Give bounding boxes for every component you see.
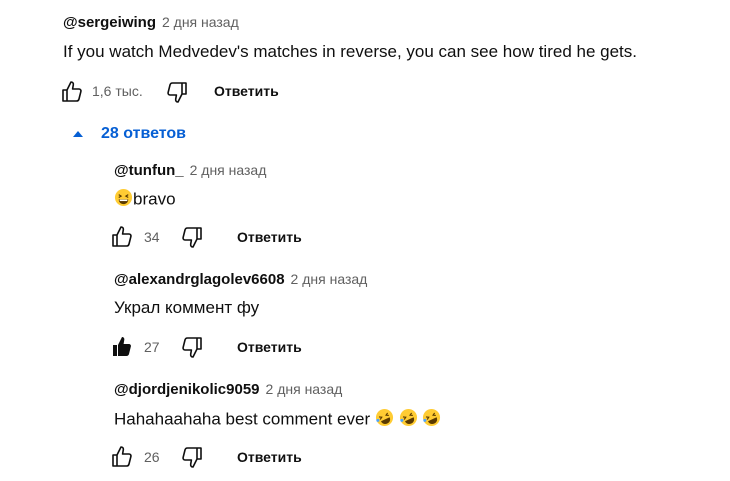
rolling-laughing-icon bbox=[399, 408, 418, 432]
replies-toggle-button[interactable]: 28 ответов bbox=[73, 125, 186, 143]
reply-time[interactable]: 2 дня назад bbox=[291, 271, 368, 287]
reply-author[interactable]: @djordjenikolic9059 bbox=[114, 381, 260, 398]
like-count: 34 bbox=[144, 229, 160, 245]
dislike-icon[interactable] bbox=[165, 80, 189, 104]
like-icon[interactable] bbox=[110, 225, 134, 249]
replies-toggle-label: 28 ответов bbox=[101, 125, 186, 142]
rolling-laughing-icon bbox=[422, 408, 441, 432]
like-count: 27 bbox=[144, 339, 160, 355]
rolling-laughing-icon bbox=[375, 408, 394, 432]
like-count: 26 bbox=[144, 449, 160, 465]
grinning-squint-face-icon bbox=[114, 188, 133, 212]
reply-button[interactable]: Ответить bbox=[237, 229, 302, 245]
reply-button[interactable]: Ответить bbox=[237, 339, 302, 355]
reply-text-line: Hahahaahaha best comment ever bbox=[114, 408, 441, 432]
chevron-up-icon bbox=[73, 131, 83, 137]
like-icon[interactable] bbox=[60, 80, 84, 104]
reply-button[interactable]: Ответить bbox=[214, 83, 279, 99]
dislike-icon[interactable] bbox=[180, 445, 204, 469]
comment-author-line: @sergeiwing 2 дня назад bbox=[63, 14, 239, 31]
reply-text: Украл коммент фу bbox=[114, 298, 260, 317]
dislike-icon[interactable] bbox=[180, 335, 204, 359]
like-filled-icon[interactable] bbox=[110, 335, 134, 359]
reply-author[interactable]: @alexandrglagolev6608 bbox=[114, 271, 285, 288]
comment-time[interactable]: 2 дня назад bbox=[162, 14, 239, 30]
reply-button[interactable]: Ответить bbox=[237, 449, 302, 465]
reply-text-line: bravo bbox=[114, 188, 176, 212]
like-count: 1,6 тыс. bbox=[92, 83, 143, 99]
reply-text: bravo bbox=[133, 189, 176, 209]
comment-text: If you watch Medvedev's matches in rever… bbox=[63, 42, 637, 61]
reply-author-line: @alexandrglagolev6608 2 дня назад bbox=[114, 271, 367, 288]
reply-author[interactable]: @tunfun_ bbox=[114, 162, 184, 179]
dislike-icon[interactable] bbox=[180, 225, 204, 249]
reply-time[interactable]: 2 дня назад bbox=[266, 381, 343, 397]
like-icon[interactable] bbox=[110, 445, 134, 469]
reply-time[interactable]: 2 дня назад bbox=[190, 162, 267, 178]
comment-author[interactable]: @sergeiwing bbox=[63, 14, 156, 31]
reply-text: Hahahaahaha best comment ever bbox=[114, 409, 371, 429]
reply-author-line: @djordjenikolic9059 2 дня назад bbox=[114, 381, 342, 398]
reply-author-line: @tunfun_ 2 дня назад bbox=[114, 162, 266, 179]
